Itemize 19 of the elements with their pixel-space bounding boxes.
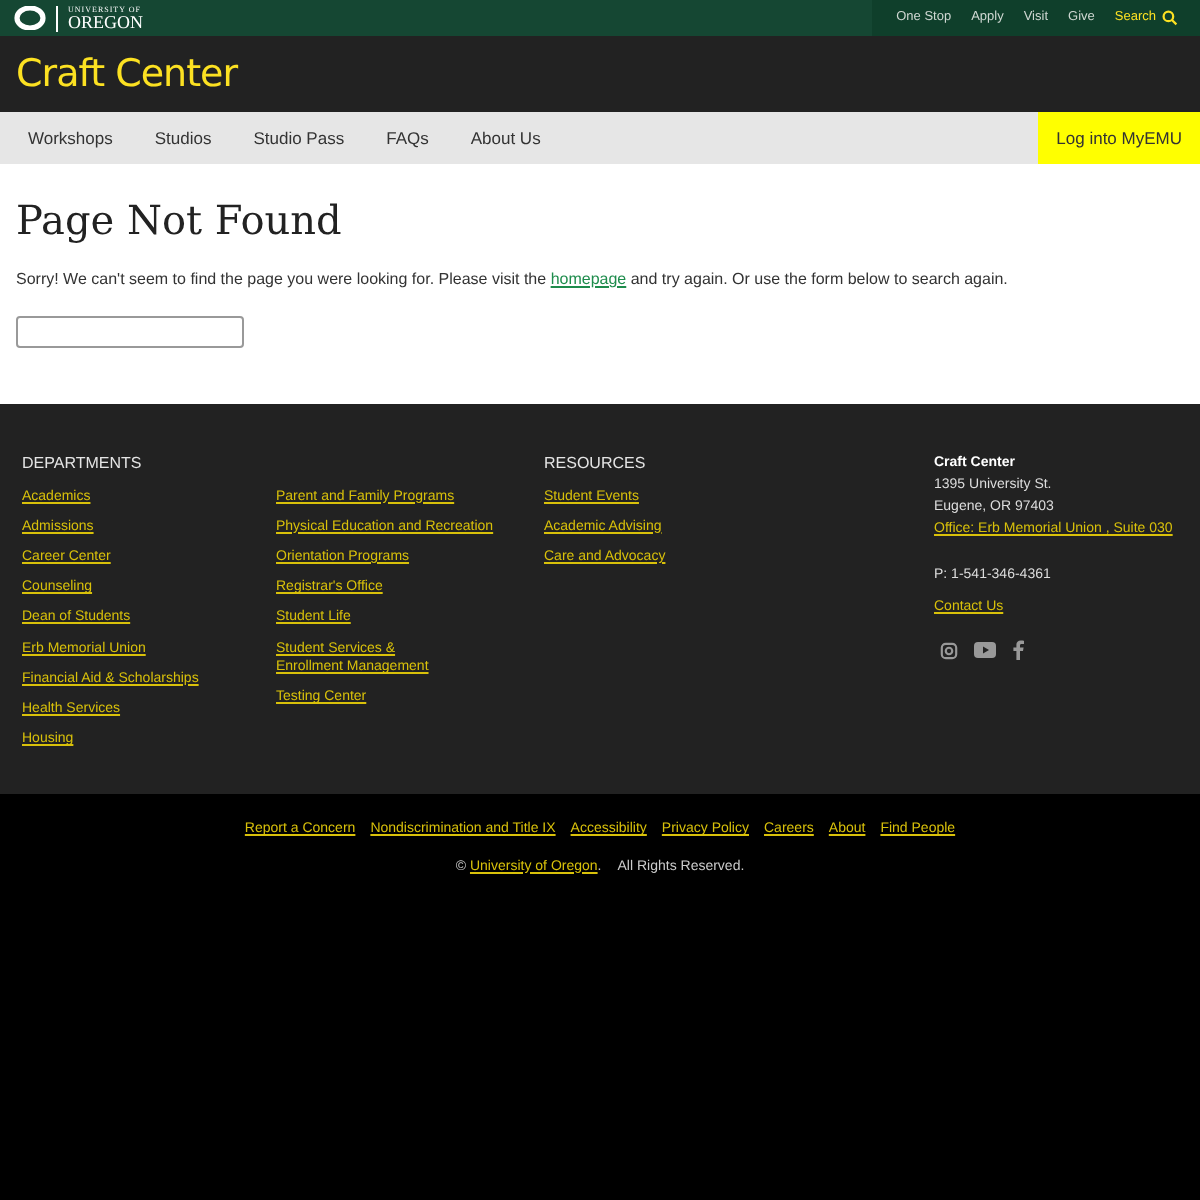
nav-link[interactable]: About Us: [470, 125, 541, 151]
logo-text: OREGON: [68, 13, 143, 31]
login-button[interactable]: Log into MyEMU: [1038, 112, 1200, 164]
site-title[interactable]: Craft Center: [16, 45, 238, 103]
search-field[interactable]: [16, 316, 244, 348]
nav-link[interactable]: Studios: [154, 125, 212, 151]
o-logo-icon: [14, 6, 46, 30]
page-heading: Page Not Found: [16, 200, 344, 240]
homepage-link[interactable]: homepage: [550, 270, 627, 288]
resources-heading: RESOURCES: [544, 452, 646, 476]
nav-link[interactable]: Workshops: [28, 125, 113, 151]
search-icon: [1162, 10, 1178, 26]
nav-link[interactable]: FAQs: [386, 125, 429, 151]
facebook-icon[interactable]: [1012, 640, 1024, 660]
instagram-icon[interactable]: [940, 641, 958, 659]
departments-heading: DEPARTMENTS: [22, 452, 144, 476]
nav-link[interactable]: Studio Pass: [253, 125, 345, 151]
error-message: Sorry! We can't seem to find the page you were looking for. Please visit the homepage and try again. Or use the form below to search again.: [16, 268, 1010, 292]
youtube-icon[interactable]: [974, 642, 996, 658]
